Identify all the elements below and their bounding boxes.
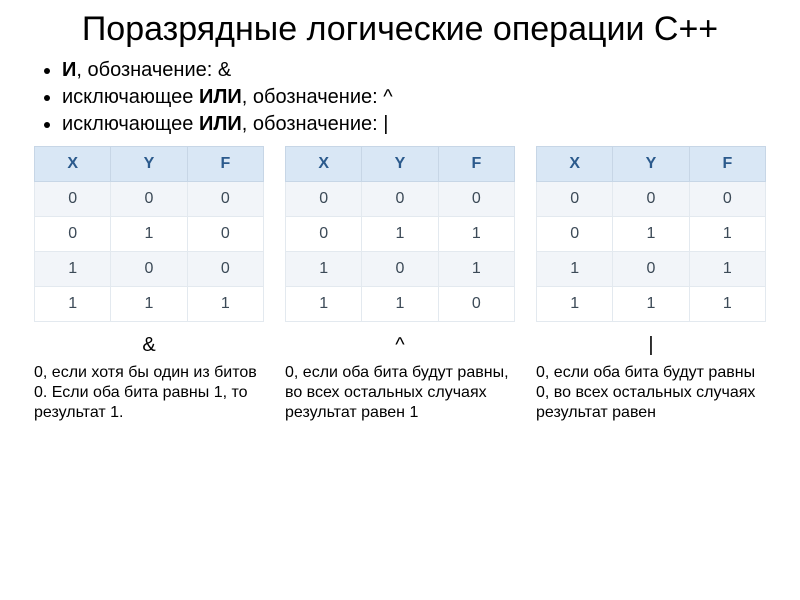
table-row: 011: [286, 217, 515, 252]
tables-row: X Y F 000 010 100 111 & X Y F 000 011: [28, 146, 772, 357]
page-title: Поразрядные логические операции C++: [28, 10, 772, 49]
op-rest-and: , обозначение: &: [76, 59, 231, 81]
table-header-row: X Y F: [537, 147, 766, 182]
table-row: 100: [35, 252, 264, 287]
descriptions-row: 0, если хотя бы один из битов 0. Если об…: [28, 363, 772, 423]
table-row: 000: [537, 182, 766, 217]
table-row: 110: [286, 287, 515, 322]
bullet-and: И, обозначение: &: [62, 57, 772, 84]
truth-table-or: X Y F 000 011 101 111: [536, 146, 766, 322]
symbol-and: &: [142, 334, 155, 357]
th-f: F: [438, 147, 514, 182]
th-y: Y: [362, 147, 438, 182]
th-y: Y: [613, 147, 689, 182]
op-prefix-or: исключающее: [62, 113, 199, 135]
block-or: X Y F 000 011 101 111 |: [536, 146, 766, 357]
table-row: 011: [537, 217, 766, 252]
truth-table-and: X Y F 000 010 100 111: [34, 146, 264, 322]
desc-xor: 0, если оба бита будут равны, во всех ос…: [285, 363, 515, 423]
symbol-xor: ^: [395, 334, 404, 357]
block-xor: X Y F 000 011 101 110 ^: [285, 146, 515, 357]
bullet-or: исключающее ИЛИ, обозначение: |: [62, 111, 772, 138]
block-and: X Y F 000 010 100 111 &: [34, 146, 264, 357]
truth-table-xor: X Y F 000 011 101 110: [285, 146, 515, 322]
op-rest-xor: , обозначение: ^: [242, 86, 393, 108]
th-x: X: [537, 147, 613, 182]
th-f: F: [187, 147, 263, 182]
op-name-xor: ИЛИ: [199, 86, 242, 108]
table-row: 101: [286, 252, 515, 287]
table-header-row: X Y F: [35, 147, 264, 182]
table-row: 010: [35, 217, 264, 252]
bullet-xor: исключающее ИЛИ, обозначение: ^: [62, 84, 772, 111]
th-y: Y: [111, 147, 187, 182]
symbol-or: |: [648, 334, 653, 357]
table-row: 000: [286, 182, 515, 217]
table-row: 111: [537, 287, 766, 322]
bullet-list: И, обозначение: & исключающее ИЛИ, обозн…: [46, 57, 772, 138]
table-row: 000: [35, 182, 264, 217]
desc-and: 0, если хотя бы один из битов 0. Если об…: [34, 363, 264, 423]
op-name-or: ИЛИ: [199, 113, 242, 135]
slide-root: Поразрядные логические операции C++ И, о…: [0, 0, 800, 600]
th-f: F: [689, 147, 765, 182]
desc-or: 0, если оба бита будут равны 0, во всех …: [536, 363, 766, 423]
table-header-row: X Y F: [286, 147, 515, 182]
th-x: X: [286, 147, 362, 182]
op-prefix-xor: исключающее: [62, 86, 199, 108]
op-name-and: И: [62, 59, 76, 81]
table-row: 111: [35, 287, 264, 322]
th-x: X: [35, 147, 111, 182]
op-rest-or: , обозначение: |: [242, 113, 389, 135]
table-row: 101: [537, 252, 766, 287]
